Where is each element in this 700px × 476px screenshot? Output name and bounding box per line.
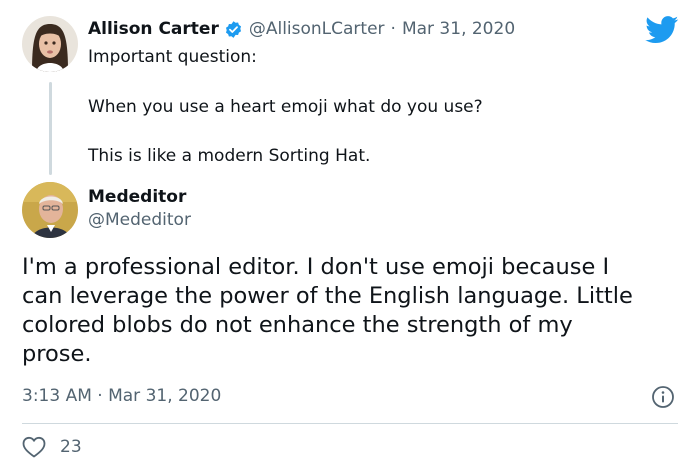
tweet-timestamp[interactable]: 3:13 AM · Mar 31, 2020: [22, 385, 221, 407]
author-handle[interactable]: @AllisonLCarter: [249, 18, 385, 40]
tweet-text: I'm a professional editor. I don't use e…: [22, 253, 682, 369]
divider: [22, 423, 678, 424]
twitter-bird-icon[interactable]: [645, 16, 679, 44]
reply-text-line-3: This is like a modern Sorting Hat.: [88, 146, 371, 166]
tweet-text-line-1: I'm a professional editor. I don't use e…: [22, 254, 610, 280]
avatar-mededitor[interactable]: [22, 182, 78, 238]
verified-badge-icon: [224, 20, 243, 39]
info-icon[interactable]: [651, 385, 675, 409]
tweet-text-line-3: colored blobs do not enhance the strengt…: [22, 312, 573, 338]
reply-text-line-1: Important question:: [88, 47, 257, 67]
tweet-date[interactable]: Mar 31, 2020: [402, 18, 515, 40]
author-name[interactable]: Mededitor: [88, 187, 186, 207]
avatar-allison-carter[interactable]: [22, 16, 78, 72]
author-name[interactable]: Allison Carter: [88, 19, 219, 39]
tweet-text-line-2: can leverage the power of the English la…: [22, 283, 633, 309]
thread-connector-line: [49, 82, 52, 175]
like-button[interactable]: 23: [22, 436, 82, 458]
reply-header: Allison Carter @AllisonLCarter · Mar 31,…: [88, 18, 515, 40]
reply-text-line-2: When you use a heart emoji what do you u…: [88, 97, 483, 117]
tweet-text-line-4: prose.: [22, 341, 92, 367]
author-handle[interactable]: @Mededitor: [88, 209, 191, 231]
like-count: 23: [60, 437, 82, 457]
separator-dot: ·: [390, 19, 396, 39]
heart-outline-icon: [22, 436, 46, 458]
